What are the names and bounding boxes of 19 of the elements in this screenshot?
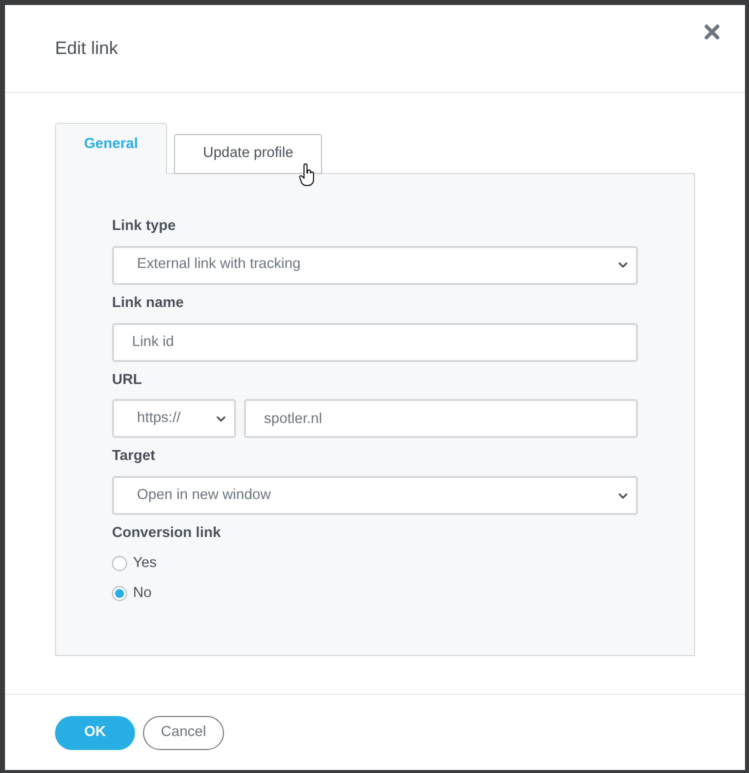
text-input-field[interactable]: Link id [112, 322, 638, 362]
tab[interactable]: Update profile [174, 134, 322, 174]
field-label: Conversion link [112, 524, 222, 543]
radio-button[interactable] [112, 556, 127, 572]
dropdown-select[interactable]: https:// [112, 399, 236, 438]
radio-label: No [133, 584, 152, 602]
dialog-title: Edit link [55, 37, 118, 60]
radio-button[interactable] [112, 586, 127, 601]
ok-button[interactable]: OK [55, 716, 135, 750]
tab[interactable]: General [55, 123, 167, 174]
url-input-field[interactable]: spotler.nl [244, 399, 638, 438]
radio-label: Yes [133, 554, 157, 573]
field-label: URL [112, 370, 143, 390]
field-label: Link name [112, 294, 185, 313]
cancel-button[interactable]: Cancel [143, 716, 224, 750]
field-label: Link type [112, 217, 177, 236]
dropdown-select[interactable]: External link with tracking [112, 246, 638, 285]
field-label: Target [112, 447, 156, 466]
dropdown-select[interactable]: Open in new window [112, 476, 638, 515]
